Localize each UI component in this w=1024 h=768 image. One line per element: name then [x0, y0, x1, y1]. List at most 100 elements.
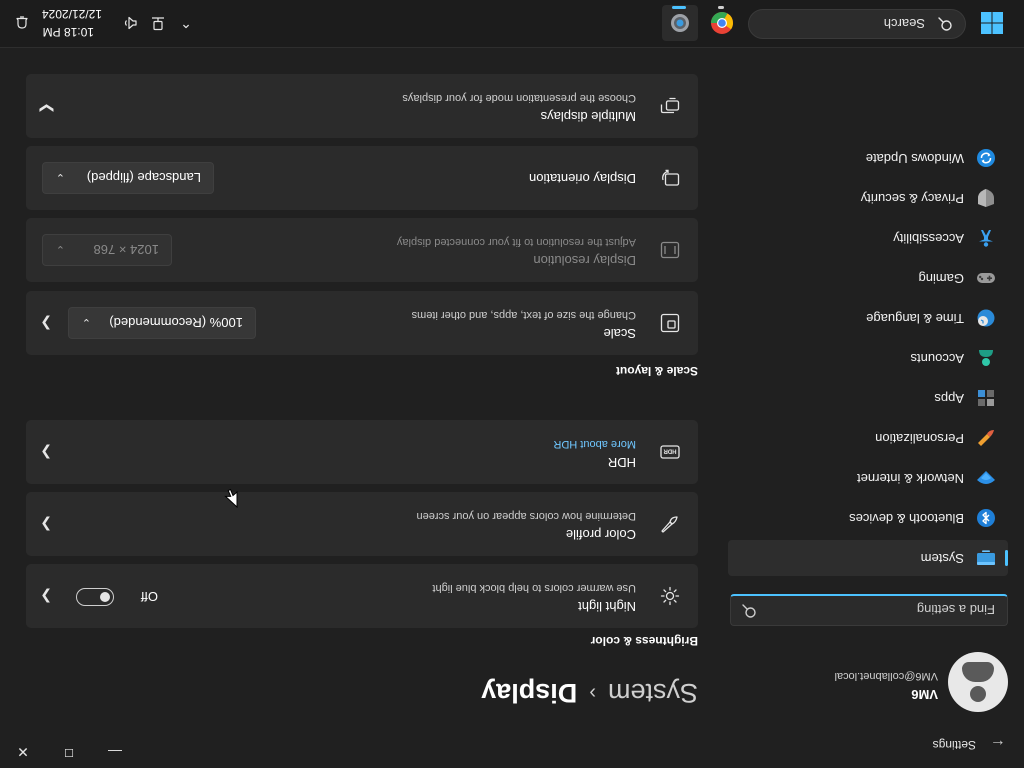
taskbar-search-label: Search — [883, 16, 925, 31]
taskbar-app-chrome[interactable] — [704, 5, 740, 41]
hdr-title: HDR — [607, 455, 636, 470]
sidebar-item-apps[interactable]: Apps — [728, 380, 1008, 416]
monitor-icon — [977, 550, 995, 565]
sidebar-item-bluetooth[interactable]: Bluetooth & devices — [728, 500, 1008, 536]
scale-value: 100% (Recommended) — [109, 315, 243, 330]
search-icon — [938, 17, 952, 31]
sync-icon — [977, 149, 995, 167]
hdr-icon: HDR — [660, 445, 680, 459]
sidebar-item-privacy[interactable]: Privacy & security — [728, 180, 1008, 216]
shield-icon — [978, 189, 994, 207]
avatar-body-shape — [962, 662, 994, 682]
sidebar-item-windows-update[interactable]: Windows Update — [728, 140, 1008, 176]
multiple-displays-title: Multiple displays — [540, 109, 636, 124]
find-setting-input[interactable] — [763, 595, 997, 625]
volume-icon[interactable] — [122, 15, 138, 31]
taskbar-search-box[interactable]: Search — [748, 9, 966, 39]
sidebar-item-label: Bluetooth & devices — [849, 511, 964, 526]
sidebar-nav: System Bluetooth & devices Network & int… — [728, 136, 1008, 576]
maximize-button[interactable]: ☐ — [46, 736, 92, 768]
search-icon — [742, 604, 756, 618]
scale-icon — [660, 313, 680, 333]
bluetooth-icon — [977, 509, 995, 527]
svg-text:HDR: HDR — [663, 447, 677, 453]
clock-date[interactable]: 12/21/2024 — [42, 7, 102, 21]
sun-icon — [660, 586, 680, 606]
close-button[interactable]: ✕ — [0, 736, 46, 768]
globe-clock-icon — [977, 309, 995, 327]
sidebar-item-label: Accessibility — [893, 231, 964, 246]
windows-start-icon[interactable] — [980, 11, 1004, 35]
orientation-dropdown[interactable]: Landscape (flipped) ⌄ — [42, 162, 214, 194]
sidebar-item-network[interactable]: Network & internet — [728, 460, 1008, 496]
clock-time[interactable]: 10:18 PM — [43, 25, 94, 39]
multiple-displays-subtitle: Choose the presentation mode for your di… — [402, 92, 636, 104]
taskbar-app-settings[interactable] — [662, 5, 698, 41]
night-light-title: Night light — [578, 599, 636, 614]
breadcrumb: System › Display — [481, 668, 698, 708]
taskbar: Search ⌃ 10:18 PM 12/21/2024 — [0, 0, 1024, 48]
user-email: VM6@collabnet.local — [834, 670, 939, 682]
sidebar-item-personalization[interactable]: Personalization — [728, 420, 1008, 456]
breadcrumb-parent[interactable]: System — [608, 678, 698, 708]
sidebar-item-gaming[interactable]: Gaming — [728, 260, 1008, 296]
avatar-head-shape — [970, 686, 986, 702]
sidebar-item-label: Windows Update — [865, 151, 964, 166]
section-title-brightness: Brightness & color — [590, 634, 698, 648]
scale-dropdown[interactable]: 100% (Recommended) ⌄ — [68, 307, 256, 339]
hdr-card[interactable]: HDR HDR More about HDR ❯ — [26, 420, 698, 484]
display-resolution-card: Display resolution Adjust the resolution… — [26, 218, 698, 282]
gamepad-icon — [977, 273, 995, 283]
browser-icon — [711, 12, 733, 34]
hdr-link[interactable]: More about HDR — [553, 438, 636, 450]
title-bar: ← Settings — ☐ ✕ — [0, 720, 1024, 768]
sidebar-item-system[interactable]: System — [728, 540, 1008, 576]
resolution-value: 1024 × 768 — [93, 242, 159, 257]
running-indicator — [718, 6, 724, 9]
sidebar-item-label: Accounts — [910, 351, 964, 366]
section-title-scale: Scale & layout — [615, 364, 698, 378]
scale-card[interactable]: Scale Change the size of text, apps, and… — [26, 291, 698, 355]
multiple-displays-card[interactable]: Multiple displays Choose the presentatio… — [26, 74, 698, 138]
sidebar-item-accessibility[interactable]: Accessibility — [728, 220, 1008, 256]
avatar[interactable] — [948, 652, 1008, 712]
find-setting-box[interactable] — [730, 594, 1008, 626]
resolution-icon — [660, 241, 680, 259]
resolution-title: Display resolution — [533, 253, 636, 268]
back-arrow-icon[interactable]: ← — [988, 734, 1008, 754]
wifi-icon — [977, 471, 995, 484]
scale-title: Scale — [603, 326, 636, 341]
scale-subtitle: Change the size of text, apps, and other… — [411, 309, 636, 321]
color-profile-title: Color profile — [565, 527, 636, 542]
chevron-right-icon[interactable]: ❯ — [38, 589, 52, 605]
color-profile-card[interactable]: Color profile Determine how colors appea… — [26, 492, 698, 556]
sidebar-item-label: Gaming — [918, 271, 964, 286]
night-light-subtitle: Use warmer colors to help block blue lig… — [432, 582, 636, 594]
person-icon — [979, 350, 993, 366]
profile: VM6 VM6@collabnet.local — [728, 640, 1008, 712]
sidebar-item-time-language[interactable]: Time & language — [728, 300, 1008, 336]
user-name: VM6 — [911, 687, 938, 702]
network-icon[interactable] — [150, 15, 166, 31]
resolution-subtitle: Adjust the resolution to fit your connec… — [396, 236, 636, 248]
minimize-button[interactable]: — — [92, 736, 138, 768]
selection-indicator — [1005, 550, 1008, 566]
chevron-down-icon[interactable]: ❯ — [37, 100, 53, 114]
chevron-up-icon[interactable]: ⌃ — [178, 15, 194, 31]
chevron-right-icon[interactable]: ❯ — [38, 445, 52, 461]
brush-icon — [978, 430, 994, 446]
chevron-down-icon: ⌄ — [81, 316, 91, 328]
chevron-right-icon[interactable]: ❯ — [38, 517, 52, 533]
notification-bell-icon[interactable] — [14, 15, 30, 31]
display-orientation-card[interactable]: Display orientation Landscape (flipped) … — [26, 146, 698, 210]
apps-icon — [978, 390, 994, 406]
chevron-right-icon[interactable]: ❯ — [38, 316, 52, 332]
sidebar-item-accounts[interactable]: Accounts — [728, 340, 1008, 376]
night-light-toggle[interactable] — [76, 588, 114, 606]
multiple-displays-icon — [660, 97, 680, 114]
night-light-card[interactable]: Night light Use warmer colors to help bl… — [26, 564, 698, 628]
orientation-value: Landscape (flipped) — [86, 170, 201, 185]
breadcrumb-separator: › — [589, 682, 596, 704]
sidebar-item-label: Time & language — [866, 311, 964, 326]
resolution-dropdown[interactable]: 1024 × 768 ⌄ — [42, 234, 172, 266]
